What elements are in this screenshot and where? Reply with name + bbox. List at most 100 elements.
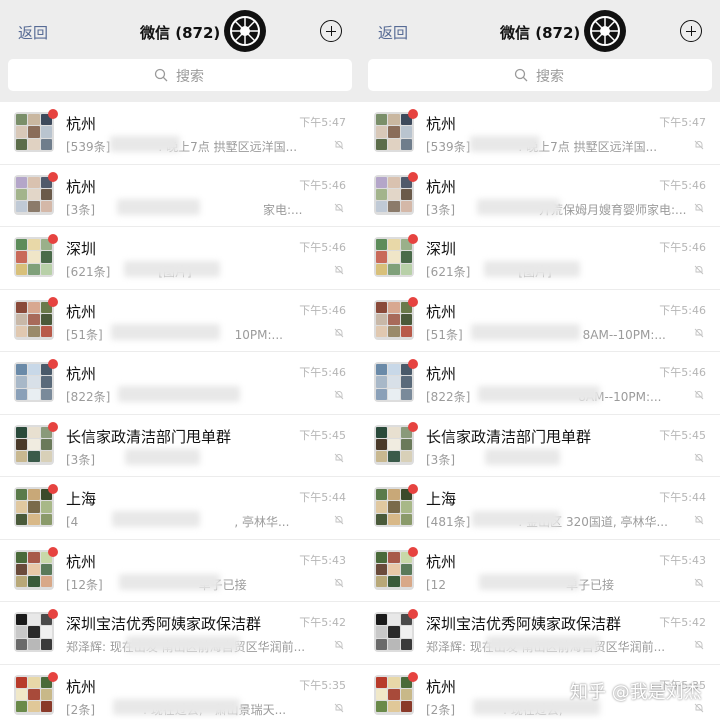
unread-dot	[48, 609, 58, 619]
chat-row[interactable]: 杭州 [822条] 下午5:46	[0, 352, 360, 415]
group-avatar	[14, 549, 54, 590]
mute-bell-icon	[694, 140, 704, 150]
unread-dot	[48, 296, 58, 307]
search-placeholder: 搜索	[176, 69, 204, 85]
chat-time: 下午5:47	[659, 116, 706, 129]
unread-dot	[408, 171, 418, 182]
unread-dot	[408, 484, 418, 494]
chat-name: 深圳宝洁优秀阿姨家政保洁群	[66, 615, 262, 633]
chat-row[interactable]: 杭州 [12条] 单子已接 下午5:43	[0, 539, 360, 602]
chat-name: 深圳	[426, 240, 457, 258]
chat-row[interactable]: 深圳宝洁优秀阿姨家政保洁群郑泽辉: 现在出发 南山区前海自贸区华润前...下午5…	[360, 602, 720, 665]
chat-time: 下午5:46	[299, 241, 346, 254]
mute-bell-icon	[334, 265, 344, 275]
mute-bell-icon	[694, 640, 704, 650]
mute-bell-icon	[334, 515, 344, 525]
redaction-blur	[113, 698, 240, 715]
page-title: 微信 (872)	[140, 24, 221, 42]
unread-dot	[408, 546, 418, 557]
chat-time: 下午5:45	[299, 428, 346, 442]
group-avatar	[14, 424, 54, 465]
chat-name: 上海	[426, 490, 457, 508]
plus-circle-icon[interactable]	[320, 20, 342, 42]
redaction-blur	[117, 198, 200, 215]
plus-circle-icon[interactable]	[680, 20, 702, 42]
mute-bell-icon	[334, 640, 344, 650]
search-icon	[514, 68, 528, 82]
search-input[interactable]: 搜索	[368, 59, 712, 91]
group-avatar	[374, 237, 414, 277]
unread-dot	[408, 109, 418, 119]
redaction-blur	[479, 573, 580, 590]
chat-row[interactable]: 杭州 [12 单子已接 下午5:43	[360, 539, 720, 602]
mute-bell-icon	[334, 328, 344, 337]
chat-name: 长信家政清洁部门甩单群	[66, 427, 232, 446]
chat-name: 杭州	[426, 177, 457, 196]
chat-row[interactable]: 长信家政清洁部门甩单群 [3条] 下午5:45	[0, 414, 360, 477]
chat-row[interactable]: 杭州 [822条] 8AM--10PM:... 下午5:46	[360, 352, 720, 415]
group-avatar	[14, 362, 54, 402]
unread-dot	[408, 671, 418, 682]
left-panel: 返回 微信 (872) 搜索 杭州 [539条]: 晚上7点 拱墅区远洋国..…	[0, 0, 360, 720]
chat-time: 下午5:46	[299, 178, 346, 192]
chat-row[interactable]: 长信家政清洁部门甩单群 [3条] 下午5:45	[360, 414, 720, 477]
mute-bell-icon	[334, 390, 344, 400]
mute-bell-icon	[334, 203, 344, 212]
chat-row[interactable]: 杭州 [51条] 8AM--10PM:... 下午5:46	[360, 289, 720, 352]
chat-name: 深圳	[66, 240, 97, 258]
chat-time: 下午5:46	[659, 241, 706, 254]
right-panel: 返回 微信 (872) 搜索 杭州 [539条]: 晚上7点 拱墅区远洋国..…	[360, 0, 720, 720]
chat-row[interactable]: 深圳宝洁优秀阿姨家政保洁群郑泽辉: 现在出发 南山区前海自贸区华润前...下午5…	[0, 602, 360, 665]
chat-row[interactable]: 上海[481条] : 金山区 320国道, 亭林华...下午5:44	[360, 477, 720, 540]
unread-dot	[48, 546, 58, 557]
chat-time: 下午5:35	[299, 678, 346, 692]
chat-name: 杭州	[426, 677, 457, 696]
chat-row[interactable]: 深圳[621条] [图片]下午5:46	[360, 227, 720, 290]
chat-row[interactable]: 杭州[2条] : 现在过去, 萧山景瑞天...下午5:35	[0, 664, 360, 720]
chat-row[interactable]: 上海 [4 , 亭林华... 下午5:44	[0, 477, 360, 540]
unread-dot	[48, 109, 58, 119]
search-input[interactable]: 搜索	[8, 59, 352, 91]
chat-time: 下午5:46	[659, 366, 706, 379]
chat-name: 上海	[66, 490, 97, 508]
chat-row[interactable]: 杭州 [3条] 家电:... 下午5:46	[0, 164, 360, 227]
chat-row[interactable]: 杭州 [51条] 10PM:... 下午5:46	[0, 289, 360, 352]
chat-row[interactable]: 杭州 [3条] 开荒保姆月嫂育婴师家电:... 下午5:46	[360, 164, 720, 227]
search-placeholder: 搜索	[536, 69, 564, 85]
chat-time: 下午5:44	[659, 491, 706, 504]
chat-preview: [539条] : 晚上7点 拱墅区远洋国...	[426, 140, 658, 154]
chat-list: 杭州 [539条] : 晚上7点 拱墅区远洋国... 下午5:47 杭州 [3条] 开荒…	[360, 102, 720, 720]
chat-time: 下午5:46	[299, 303, 346, 317]
chat-time: 下午5:46	[659, 303, 706, 317]
redaction-blur	[125, 448, 200, 465]
chat-name: 杭州	[66, 552, 97, 571]
mute-bell-icon	[694, 515, 704, 525]
redaction-blur	[477, 198, 560, 215]
unread-dot	[48, 234, 58, 244]
back-button[interactable]: 返回	[18, 22, 48, 43]
group-avatar	[374, 487, 414, 527]
wheel-logo-icon	[224, 10, 266, 52]
chat-row[interactable]: 杭州 [539条] : 晚上7点 拱墅区远洋国... 下午5:47	[0, 102, 360, 165]
chat-time: 下午5:42	[299, 616, 346, 629]
chat-name: 深圳宝洁优秀阿姨家政保洁群	[426, 615, 622, 633]
back-button[interactable]: 返回	[378, 22, 408, 43]
chat-name: 杭州	[66, 177, 97, 196]
redaction-blur	[124, 261, 220, 277]
redaction-blur	[484, 261, 580, 277]
top-bar: 返回 微信 (872)	[360, 0, 720, 56]
chat-name: 杭州	[426, 552, 457, 571]
search-area: 搜索	[0, 56, 360, 96]
unread-dot	[48, 421, 58, 432]
chat-row[interactable]: 杭州 [539条] : 晚上7点 拱墅区远洋国... 下午5:47	[360, 102, 720, 165]
top-bar: 返回 微信 (872)	[0, 0, 360, 56]
search-icon	[154, 68, 168, 82]
unread-dot	[48, 171, 58, 182]
redaction-blur	[470, 136, 540, 152]
redaction-blur	[126, 636, 240, 652]
chat-row[interactable]: 深圳[621条] [图片]下午5:46	[0, 227, 360, 290]
chat-name: 杭州	[66, 302, 97, 321]
unread-dot	[408, 234, 418, 244]
mute-bell-icon	[334, 140, 344, 150]
unread-dot	[48, 671, 58, 682]
